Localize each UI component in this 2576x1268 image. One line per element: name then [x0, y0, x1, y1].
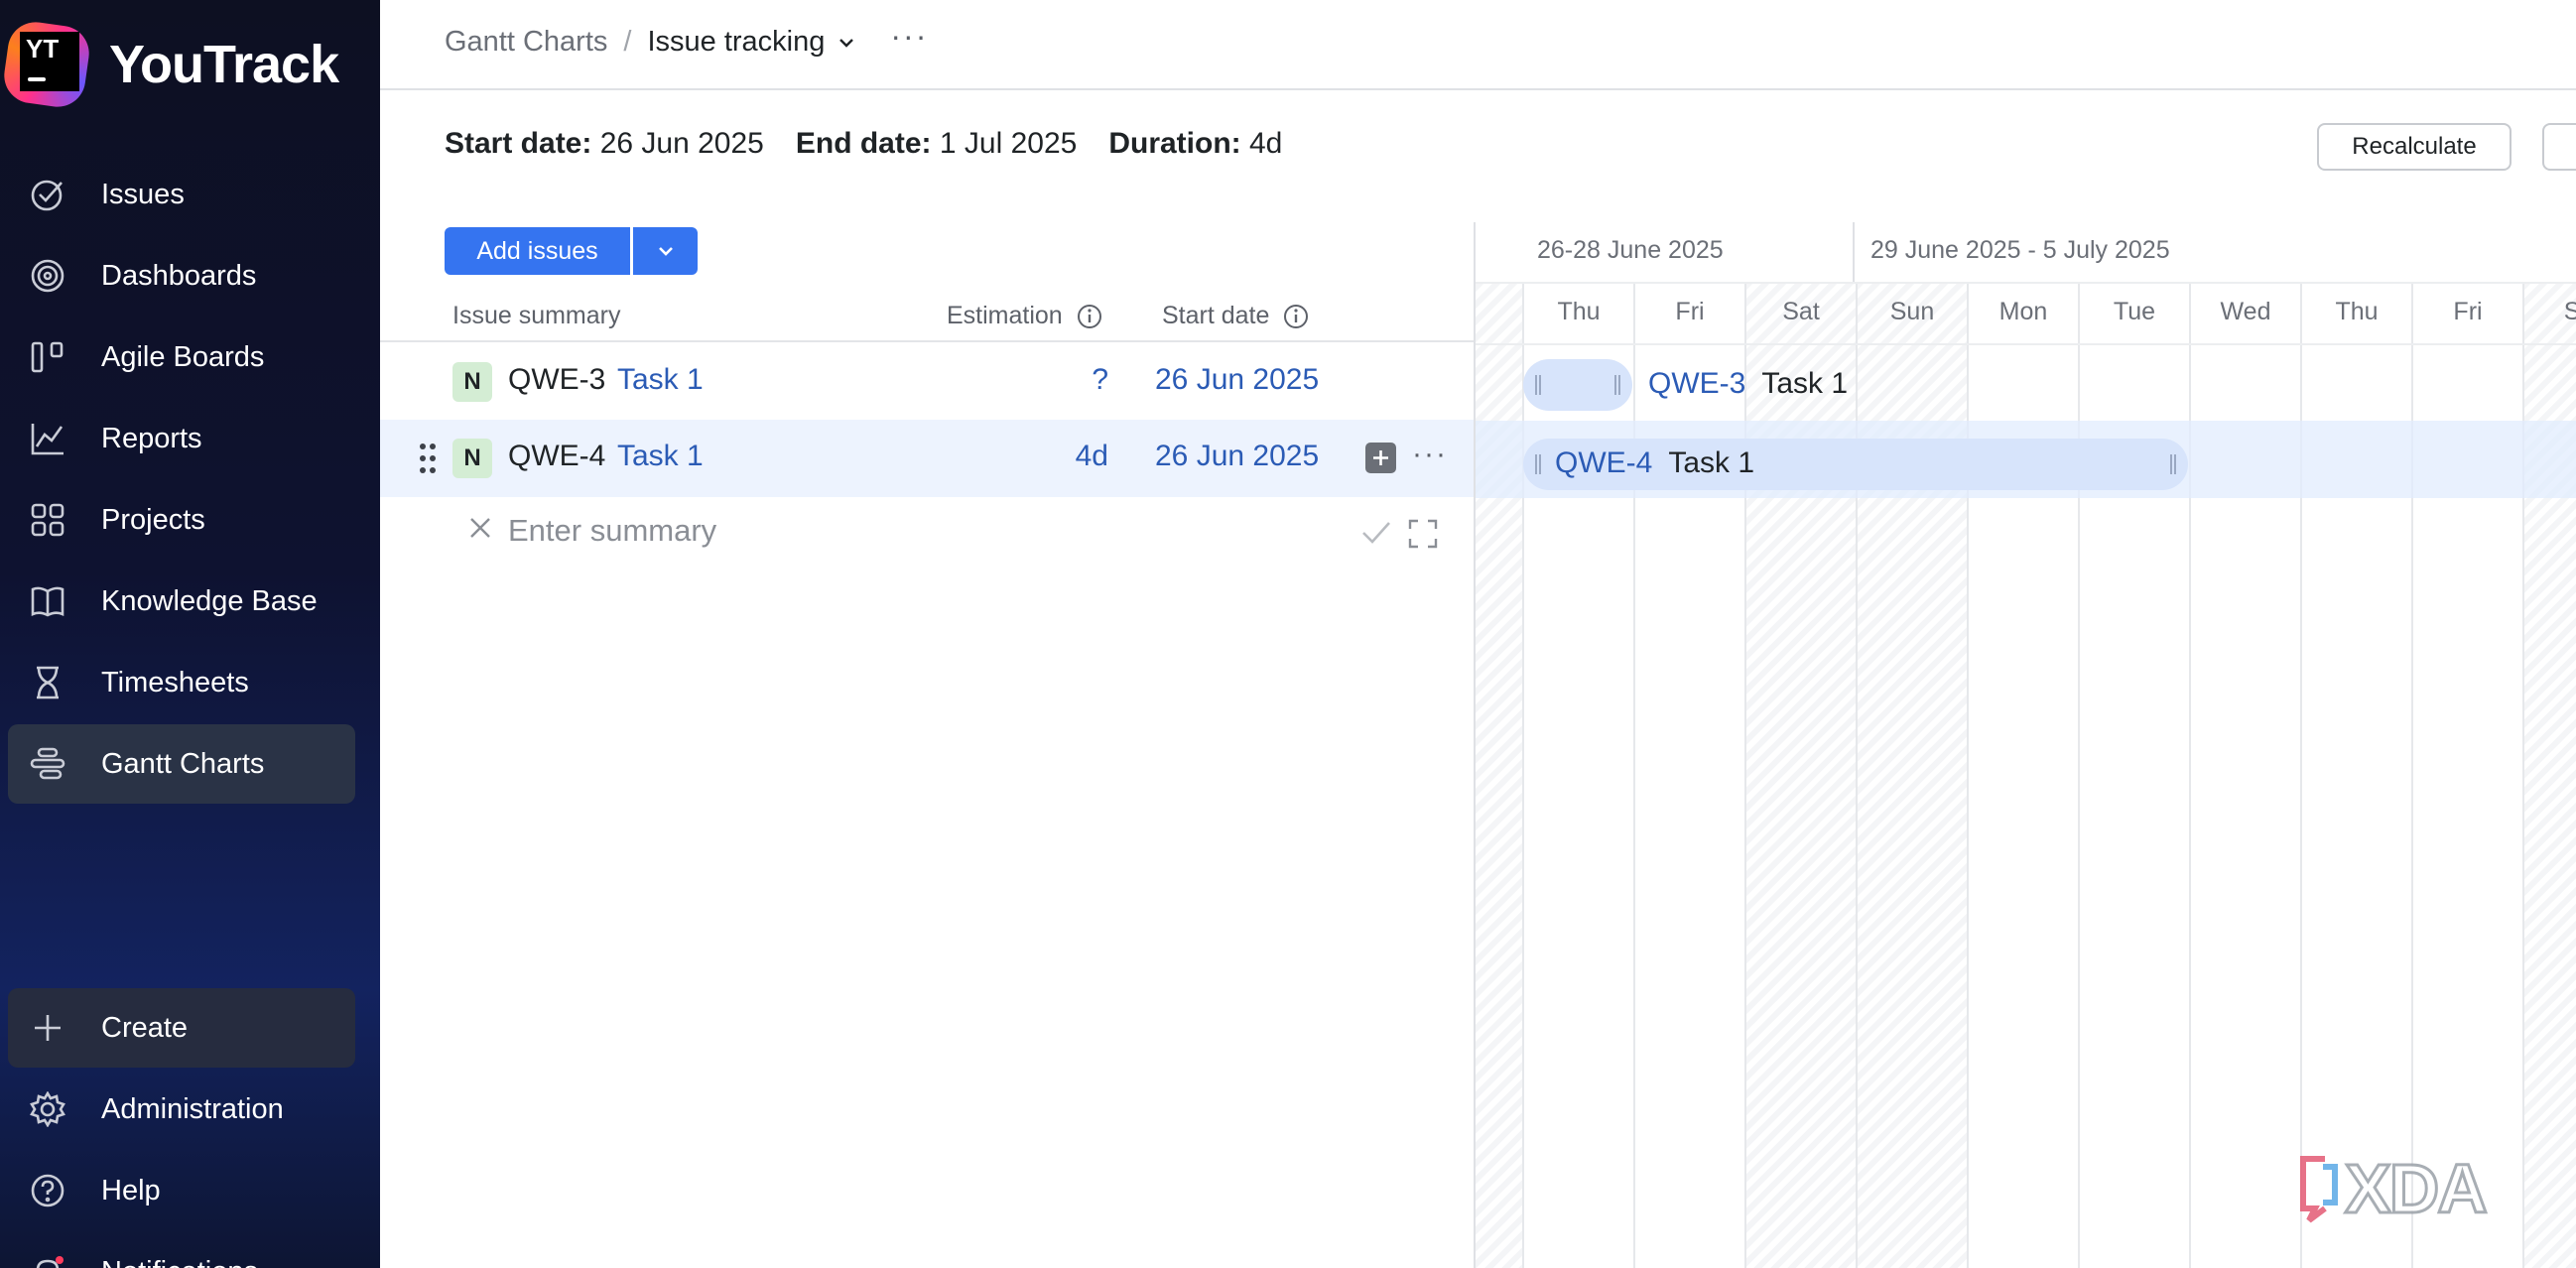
- expand-icon[interactable]: [1408, 519, 1438, 549]
- gantt-bar-label: QWE-4 Task 1: [1555, 446, 1755, 479]
- row-more-options-icon[interactable]: ···: [1412, 438, 1448, 471]
- timeline-header-top-line: [1476, 282, 2576, 284]
- sidebar-item-label: Issues: [101, 178, 185, 210]
- check-icon[interactable]: [1360, 519, 1392, 547]
- resize-handle-left[interactable]: [1535, 375, 1541, 395]
- week-label: 26-28 June 2025: [1537, 236, 1724, 264]
- sidebar-item-projects[interactable]: Projects: [8, 480, 355, 560]
- bell-icon: [28, 1252, 67, 1268]
- sidebar-item-label: Dashboards: [101, 259, 257, 292]
- info-icon[interactable]: [1077, 304, 1102, 329]
- timesheets-hourglass-icon: [28, 663, 67, 702]
- sidebar-item-label: Timesheets: [101, 666, 249, 698]
- new-issue-row: Enter summary: [380, 501, 1474, 561]
- chevron-down-icon: [658, 247, 673, 256]
- sidebar-item-label: Knowledge Base: [101, 584, 318, 617]
- timeline-header-bottom-line: [1476, 343, 2576, 345]
- start-date-summary: Start date: 26 Jun 2025: [445, 127, 764, 160]
- sidebar-item-administration[interactable]: Administration: [8, 1070, 355, 1149]
- gantt-bar[interactable]: [1523, 359, 1632, 411]
- add-issues-dropdown-button[interactable]: [633, 227, 698, 275]
- sidebar-item-label: Agile Boards: [101, 340, 265, 373]
- sidebar-item-dashboards[interactable]: Dashboards: [8, 236, 355, 316]
- resize-handle-right[interactable]: [1614, 375, 1620, 395]
- add-issues-button[interactable]: Add issues: [445, 227, 630, 275]
- reports-chart-icon: [28, 419, 67, 458]
- sidebar-item-gantt-charts[interactable]: Gantt Charts: [8, 724, 355, 804]
- issue-state-badge: N: [452, 362, 492, 402]
- sidebar-item-label: Create: [101, 1011, 189, 1044]
- help-icon: [28, 1171, 67, 1210]
- sidebar-create-button[interactable]: Create: [8, 988, 355, 1068]
- sidebar-item-label: Notifications: [101, 1256, 258, 1268]
- sidebar-item-knowledge-base[interactable]: Knowledge Base: [8, 562, 355, 641]
- chevron-down-icon[interactable]: [837, 33, 856, 53]
- sidebar-item-help[interactable]: Help: [8, 1151, 355, 1230]
- gantt-timeline: 26-28 June 2025 29 June 2025 - 5 July 20…: [1474, 222, 2576, 1268]
- youtrack-logo[interactable]: YT YouTrack: [0, 18, 339, 111]
- table-row[interactable]: N QWE-3 Task 1 ? 26 Jun 2025: [380, 342, 1474, 420]
- week-label: 29 June 2025 - 5 July 2025: [1870, 236, 2170, 264]
- table-row[interactable]: N QWE-4 Task 1 4d 26 Jun 2025 ···: [380, 420, 1474, 497]
- breadcrumb: Gantt Charts / Issue tracking ···: [445, 18, 928, 61]
- breadcrumb-separator: /: [623, 26, 632, 58]
- estimation-value[interactable]: ?: [1092, 363, 1108, 397]
- column-header-estimation: Estimation: [947, 302, 1102, 330]
- column-header-summary: Issue summary: [452, 302, 621, 329]
- add-subtask-icon[interactable]: [1365, 443, 1396, 473]
- agile-boards-icon: [28, 337, 67, 377]
- youtrack-logo-icon: YT: [0, 18, 93, 111]
- toolbar-extra-button[interactable]: [2542, 123, 2576, 171]
- sidebar-item-label: Gantt Charts: [101, 747, 265, 780]
- issues-check-icon: [28, 175, 67, 214]
- close-icon[interactable]: [467, 515, 493, 541]
- dashboards-icon: [28, 256, 67, 296]
- xda-watermark: XDA: [2295, 1149, 2489, 1229]
- issue-id[interactable]: QWE-3: [508, 363, 605, 397]
- gantt-charts-icon: [28, 744, 67, 784]
- week-divider: [1853, 222, 1855, 282]
- sidebar-item-notifications[interactable]: Notifications: [8, 1232, 355, 1268]
- plus-icon: [28, 1008, 67, 1048]
- gantt-bar-label[interactable]: QWE-3 Task 1: [1648, 367, 1848, 401]
- start-date-value[interactable]: 26 Jun 2025: [1155, 440, 1319, 473]
- timeline-week-header: 26-28 June 2025 29 June 2025 - 5 July 20…: [1476, 222, 2576, 282]
- estimation-value[interactable]: 4d: [1076, 440, 1108, 473]
- projects-grid-icon: [28, 500, 67, 540]
- xda-logo-icon: [2300, 1156, 2338, 1223]
- sidebar-item-label: Administration: [101, 1092, 284, 1125]
- sidebar-item-label: Help: [101, 1174, 161, 1206]
- sidebar-item-label: Reports: [101, 422, 202, 454]
- top-bar: Gantt Charts / Issue tracking ···: [380, 0, 2576, 90]
- duration-summary: Duration: 4d: [1108, 127, 1283, 160]
- sidebar-item-reports[interactable]: Reports: [8, 399, 355, 478]
- resize-handle-left[interactable]: [1535, 454, 1541, 474]
- knowledge-base-book-icon: [28, 581, 67, 621]
- gear-icon: [28, 1089, 67, 1129]
- recalculate-button[interactable]: Recalculate: [2317, 123, 2512, 171]
- end-date-summary: End date: 1 Jul 2025: [795, 127, 1078, 160]
- sidebar-item-label: Projects: [101, 503, 205, 536]
- drag-handle-icon[interactable]: [418, 442, 438, 475]
- issue-title-link[interactable]: Task 1: [617, 440, 704, 473]
- issue-state-badge: N: [452, 439, 492, 478]
- sidebar-item-timesheets[interactable]: Timesheets: [8, 643, 355, 722]
- chart-summary: Start date: 26 Jun 2025 End date: 1 Jul …: [445, 127, 1282, 161]
- breadcrumb-gantt-charts[interactable]: Gantt Charts: [445, 26, 607, 59]
- info-icon[interactable]: [1283, 304, 1309, 329]
- issue-title-link[interactable]: Task 1: [617, 363, 704, 397]
- sidebar: YT YouTrack Issues Dashboards Agile Boar…: [0, 0, 380, 1268]
- gantt-bar[interactable]: QWE-4 Task 1: [1523, 439, 2188, 490]
- summary-input[interactable]: Enter summary: [508, 513, 716, 549]
- issue-id[interactable]: QWE-4: [508, 440, 605, 473]
- column-header-start-date: Start date: [1162, 302, 1309, 330]
- sidebar-item-agile-boards[interactable]: Agile Boards: [8, 317, 355, 397]
- breadcrumb-current-chart[interactable]: Issue tracking: [647, 26, 825, 59]
- app-name: YouTrack: [109, 35, 339, 94]
- sidebar-item-issues[interactable]: Issues: [8, 155, 355, 234]
- more-options-icon[interactable]: ···: [890, 18, 928, 55]
- resize-handle-right[interactable]: [2170, 454, 2176, 474]
- start-date-value[interactable]: 26 Jun 2025: [1155, 363, 1319, 397]
